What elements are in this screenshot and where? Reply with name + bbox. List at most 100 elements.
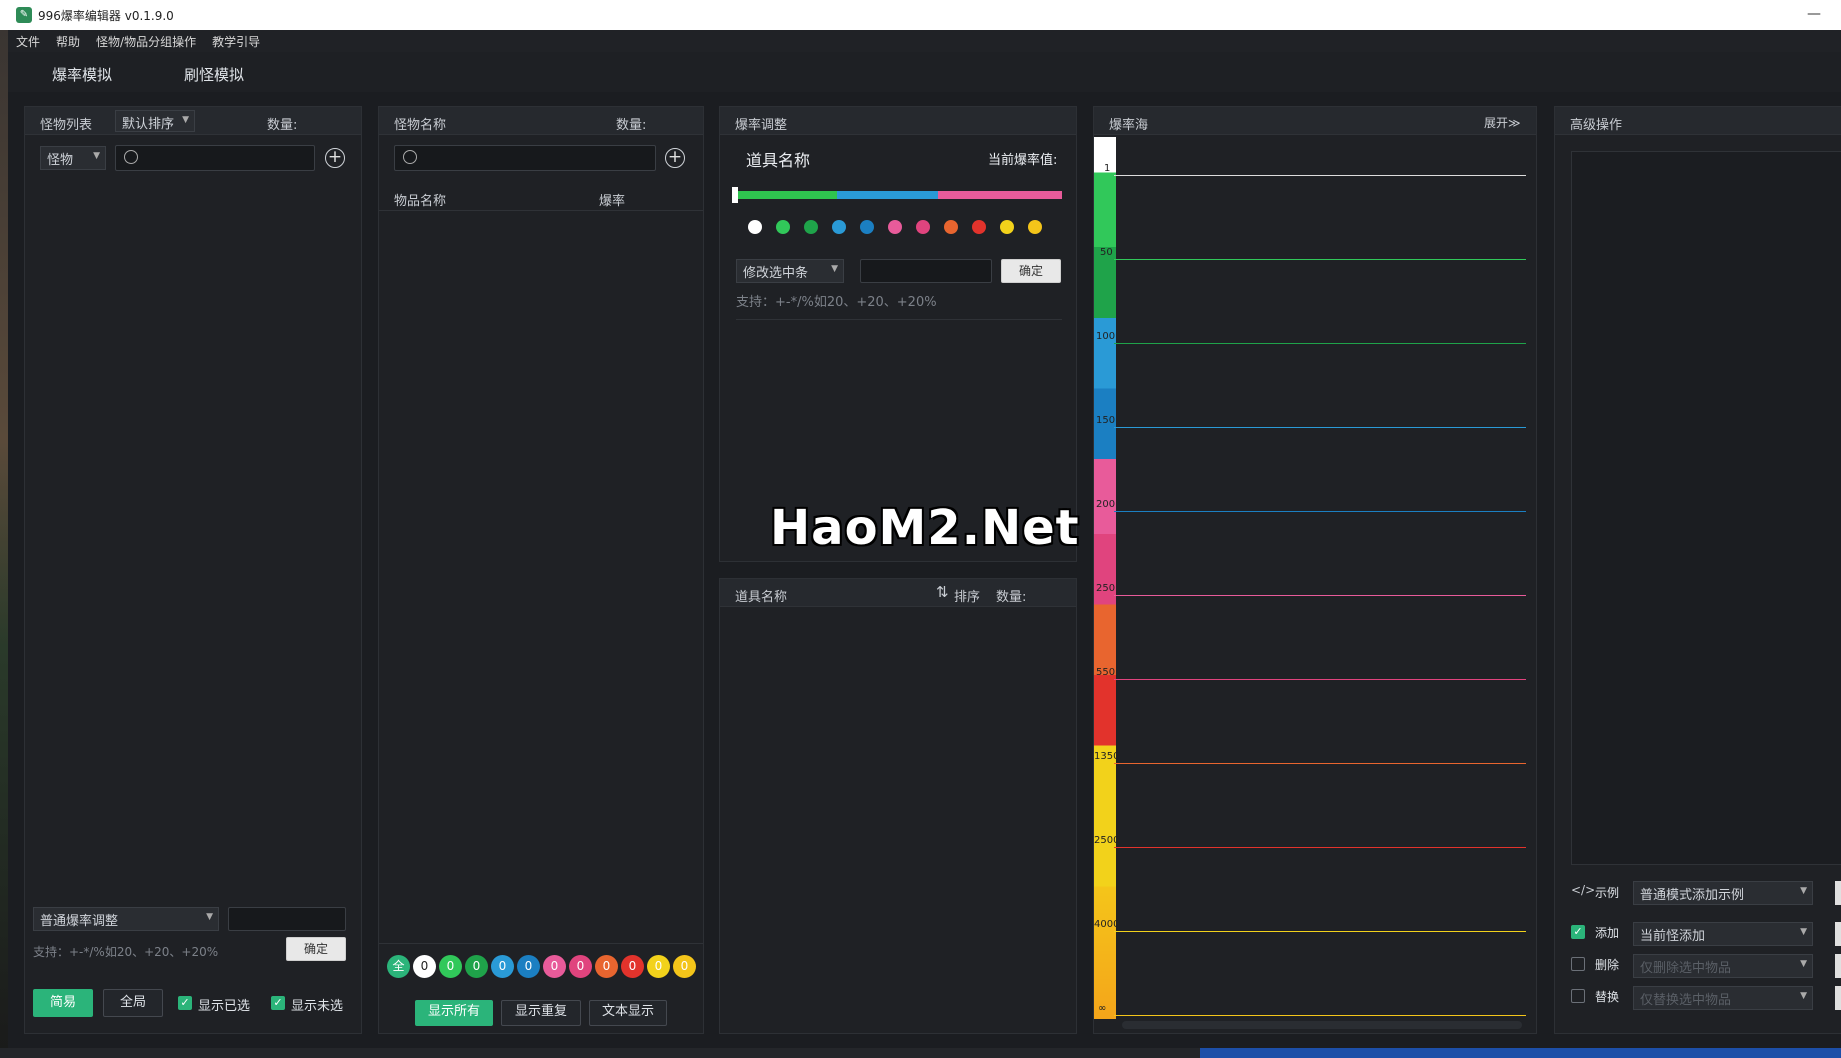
chevron-down-icon: ▼ — [206, 912, 213, 922]
modify-mode-value: 修改选中条 — [743, 266, 809, 281]
expand-button[interactable]: 展开≫ — [1484, 114, 1521, 131]
monster-filter-select[interactable]: 怪物 ▼ — [40, 146, 106, 170]
col-item-name: 物品名称 — [394, 194, 447, 209]
item-list-title: 道具名称 — [735, 590, 788, 605]
item-list-count-label: 数量: — [996, 590, 1027, 605]
show-selected-label: 显示已选 — [198, 999, 251, 1014]
sea-line-150 — [1114, 427, 1526, 428]
count-chip-green1[interactable]: 0 — [439, 955, 462, 978]
add-mode-select[interactable]: 当前怪添加 ▼ — [1633, 922, 1813, 946]
example-select[interactable]: 普通模式添加示例 ▼ — [1633, 881, 1813, 905]
add-label: 添加 — [1595, 926, 1620, 940]
rate-slider-track[interactable] — [736, 191, 1062, 199]
sort-icon[interactable]: ⇅ — [936, 583, 949, 601]
count-chip-white[interactable]: 0 — [413, 955, 436, 978]
sea-label-250: 250 — [1096, 583, 1116, 594]
horizontal-scrollbar[interactable] — [1122, 1021, 1522, 1029]
sea-label-1350: 1350 — [1094, 751, 1120, 762]
rate-mode-select[interactable]: 普通爆率调整 ▼ — [33, 907, 219, 931]
count-chip-yellow2[interactable]: 0 — [673, 955, 696, 978]
count-chip-yellow1[interactable]: 0 — [647, 955, 670, 978]
sea-line-1350 — [1114, 763, 1526, 764]
delete-mode-select[interactable]: 仅删除选中物品 ▼ — [1633, 954, 1813, 978]
chevron-down-icon: ▼ — [1800, 959, 1807, 969]
items-count-label: 数量: — [616, 118, 647, 133]
rate-mode-value: 普通爆率调整 — [40, 914, 119, 929]
menu-file[interactable]: 文件 — [16, 33, 40, 50]
rate-value-input[interactable] — [228, 907, 346, 931]
advanced-title: 高级操作 — [1570, 118, 1623, 133]
count-chip-green2[interactable]: 0 — [465, 955, 488, 978]
tab-spawn-simulation[interactable]: 刷怪模拟 — [184, 64, 244, 85]
menu-help[interactable]: 帮助 — [56, 33, 80, 50]
menu-tutorial[interactable]: 教学引导 — [212, 33, 260, 50]
advanced-panel: 高级操作 </> 示例 普通模式添加示例 ▼ ✓ 添加 当前怪添加 ▼ 删除 仅删除… — [1554, 106, 1841, 1034]
monster-items-header: 怪物名称 数量: — [379, 107, 703, 135]
divider — [736, 319, 1062, 320]
count-chip-orange[interactable]: 0 — [595, 955, 618, 978]
count-chip-blue2[interactable]: 0 — [517, 955, 540, 978]
color-dot-red[interactable] — [972, 220, 986, 234]
color-dot-green2[interactable] — [804, 220, 818, 234]
search-icon — [124, 150, 138, 164]
chevron-down-icon: ▼ — [831, 264, 838, 274]
add-item-icon[interactable]: + — [665, 148, 685, 168]
show-duplicates-button[interactable]: 显示重复 — [501, 1000, 581, 1026]
sea-label-550: 550 — [1096, 667, 1116, 678]
monster-search-input[interactable] — [115, 145, 315, 171]
show-unselected-label: 显示未选 — [291, 999, 344, 1014]
add-monster-icon[interactable]: + — [325, 148, 345, 168]
replace-checkbox[interactable] — [1571, 989, 1585, 1003]
count-chip-pink2[interactable]: 0 — [569, 955, 592, 978]
side-button[interactable] — [1835, 986, 1841, 1010]
minimize-button[interactable]: — — [1807, 6, 1821, 22]
show-all-button[interactable]: 显示所有 — [415, 1000, 493, 1026]
monster-name-title: 怪物名称 — [394, 118, 447, 133]
sort-label[interactable]: 排序 — [954, 586, 980, 605]
text-display-button[interactable]: 文本显示 — [589, 1000, 667, 1026]
add-checkbox[interactable]: ✓ — [1571, 925, 1585, 939]
delete-checkbox[interactable] — [1571, 957, 1585, 971]
side-button[interactable] — [1835, 922, 1841, 946]
filter-all-chip[interactable]: 全 — [387, 955, 410, 978]
chevron-down-icon: ▼ — [182, 115, 189, 125]
window-title: 996爆率编辑器 v0.1.9.0 — [38, 8, 174, 23]
modify-hint: 支持：+-*/%如20、+20、+20% — [736, 295, 937, 310]
modify-confirm-button[interactable]: 确定 — [1001, 259, 1061, 283]
count-chip-blue1[interactable]: 0 — [491, 955, 514, 978]
menu-group-ops[interactable]: 怪物/物品分组操作 — [96, 33, 196, 50]
sort-select[interactable]: 默认排序 ▼ — [115, 110, 195, 132]
item-search-input[interactable] — [394, 145, 656, 171]
color-dot-blue2[interactable] — [860, 220, 874, 234]
rate-confirm-button[interactable]: 确定 — [286, 937, 346, 961]
replace-mode-select[interactable]: 仅替换选中物品 ▼ — [1633, 986, 1813, 1010]
simple-mode-button[interactable]: 简易 — [33, 989, 93, 1017]
advanced-editor-area[interactable] — [1571, 151, 1841, 865]
color-dot-blue1[interactable] — [832, 220, 846, 234]
tab-drop-simulation[interactable]: 爆率模拟 — [52, 64, 112, 85]
color-dot-yellow1[interactable] — [1000, 220, 1014, 234]
side-button[interactable] — [1835, 881, 1841, 905]
count-chip-pink1[interactable]: 0 — [543, 955, 566, 978]
show-selected-checkbox[interactable]: ✓ — [178, 996, 192, 1010]
count-chip-red[interactable]: 0 — [621, 955, 644, 978]
color-dot-pink2[interactable] — [916, 220, 930, 234]
rate-slider-handle[interactable] — [732, 187, 738, 203]
taskbar-active — [1200, 1048, 1841, 1058]
show-unselected-checkbox[interactable]: ✓ — [271, 996, 285, 1010]
delete-mode-value: 仅删除选中物品 — [1640, 961, 1732, 976]
color-dot-yellow2[interactable] — [1028, 220, 1042, 234]
rate-adjust-title: 爆率调整 — [735, 118, 788, 133]
color-dot-orange[interactable] — [944, 220, 958, 234]
chevron-down-icon: ▼ — [1800, 991, 1807, 1001]
color-dot-green1[interactable] — [776, 220, 790, 234]
global-mode-button[interactable]: 全局 — [103, 989, 163, 1017]
color-dot-pink1[interactable] — [888, 220, 902, 234]
current-rate-label: 当前爆率值: — [988, 153, 1058, 168]
chevron-down-icon: ▼ — [1800, 886, 1807, 896]
modify-value-input[interactable] — [860, 259, 992, 283]
modify-mode-select[interactable]: 修改选中条 ▼ — [736, 259, 844, 283]
side-button[interactable] — [1835, 954, 1841, 978]
tab-bar: 爆率模拟 刷怪模拟 — [8, 52, 1841, 92]
color-dot-white[interactable] — [748, 220, 762, 234]
